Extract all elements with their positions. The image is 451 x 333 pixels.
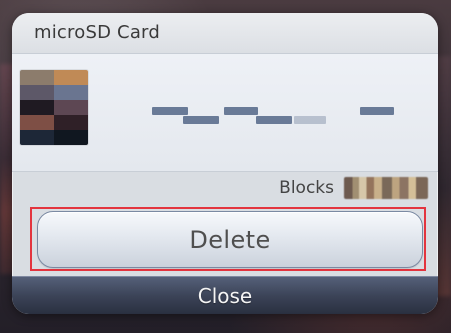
thumbnail-pixel: [54, 130, 88, 145]
dialog-title: microSD Card: [34, 22, 160, 43]
obscured-text-segment: [294, 116, 326, 124]
blocks-info: Blocks: [279, 173, 428, 203]
obscured-save-name: [152, 103, 402, 129]
screen: microSD Card Blocks Delete Close: [0, 0, 451, 333]
obscured-text-segment: [256, 116, 292, 124]
bottom-bar: Close: [12, 276, 438, 314]
obscured-text-segment: [360, 107, 394, 115]
close-button[interactable]: Close: [12, 277, 438, 314]
thumbnail-pixel: [54, 70, 88, 85]
microsd-card-dialog: microSD Card Blocks Delete Close: [12, 13, 438, 314]
thumbnail-pixel: [20, 85, 54, 100]
obscured-text-segment: [152, 107, 188, 115]
thumbnail-pixel: [20, 115, 54, 130]
obscured-text-segment: [224, 107, 258, 115]
blocks-label: Blocks: [279, 178, 334, 198]
save-data-panel: [12, 54, 438, 172]
thumbnail-pixel: [20, 70, 54, 85]
obscured-text-segment: [183, 116, 219, 124]
thumbnail-pixel: [54, 115, 88, 130]
delete-button[interactable]: Delete: [37, 211, 423, 268]
thumbnail-pixel: [20, 130, 54, 145]
dialog-header: microSD Card: [12, 13, 438, 54]
save-thumbnail: [20, 70, 88, 145]
thumbnail-pixel: [54, 100, 88, 115]
obscured-blocks-value: [344, 177, 428, 199]
thumbnail-pixel: [20, 100, 54, 115]
thumbnail-pixel: [54, 85, 88, 100]
